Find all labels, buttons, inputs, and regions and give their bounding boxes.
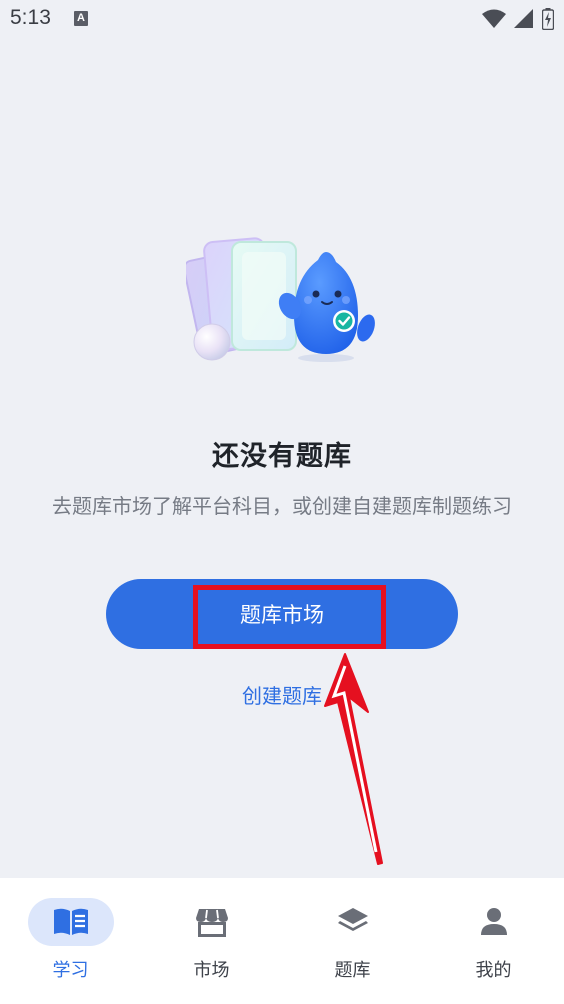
layers-icon bbox=[337, 908, 368, 931]
nav-market-icon-bg bbox=[169, 898, 255, 946]
question-bank-market-button[interactable]: 题库市场 bbox=[106, 579, 458, 649]
create-question-bank-link[interactable]: 创建题库 bbox=[0, 680, 564, 709]
signal-icon bbox=[514, 9, 533, 28]
empty-state-description: 去题库市场了解平台科目，或创建自建题库制题练习 bbox=[52, 494, 512, 518]
battery-charging-icon bbox=[542, 8, 554, 30]
status-time: 5:13 bbox=[10, 6, 51, 29]
nav-item-question-bank[interactable]: 题库 bbox=[282, 878, 423, 1004]
nav-study-icon-bg bbox=[27, 898, 114, 946]
empty-state-title: 还没有题库 bbox=[212, 441, 352, 472]
nav-label-mine: 我的 bbox=[475, 960, 512, 981]
status-indicators bbox=[482, 8, 554, 30]
wifi-icon bbox=[482, 9, 506, 28]
nav-label-study: 学习 bbox=[52, 960, 89, 981]
store-icon bbox=[195, 909, 228, 937]
bottom-navigation: 学习 市场 题库 我的 bbox=[0, 878, 564, 1004]
notification-a-icon: A bbox=[74, 11, 88, 26]
nav-item-study[interactable]: 学习 bbox=[0, 878, 141, 1004]
nav-label-market: 市场 bbox=[193, 960, 230, 981]
status-bar: 5:13 A bbox=[0, 0, 564, 40]
annotation-arrow bbox=[324, 653, 383, 865]
nav-label-question-bank: 题库 bbox=[334, 960, 371, 981]
nav-item-market[interactable]: 市场 bbox=[141, 878, 282, 1004]
nav-question-bank-icon-bg bbox=[310, 898, 396, 946]
book-icon bbox=[53, 908, 88, 935]
nav-item-mine[interactable]: 我的 bbox=[423, 878, 564, 1004]
person-icon bbox=[480, 908, 507, 935]
empty-state-illustration bbox=[186, 237, 375, 362]
nav-mine-icon-bg bbox=[451, 898, 537, 946]
